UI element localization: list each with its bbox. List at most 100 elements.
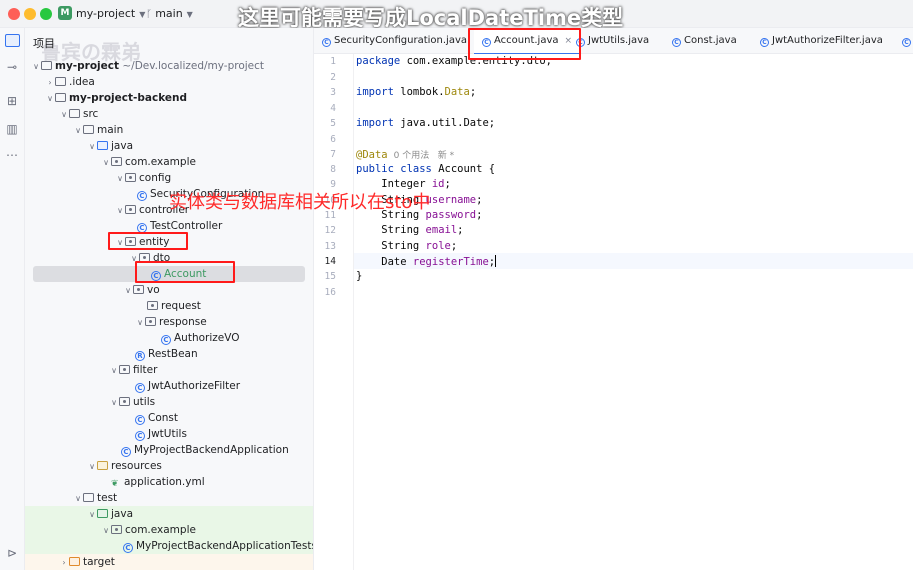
bookmarks-icon[interactable]: ▥ xyxy=(5,122,19,136)
tab-security-configuration[interactable]: C SecurityConfiguration.java xyxy=(322,28,467,54)
code-text: Date xyxy=(356,256,413,268)
code-text: lombok. xyxy=(393,86,445,98)
chevron-down-icon[interactable]: ∨ xyxy=(101,523,111,539)
keyword: public xyxy=(356,163,394,175)
chevron-down-icon[interactable]: ∨ xyxy=(135,315,145,331)
close-window-button[interactable] xyxy=(8,8,20,20)
branch-label: main xyxy=(155,7,183,20)
tree-item-jwt-utils[interactable]: C JwtUtils xyxy=(25,426,313,442)
code-line-7: @Data 0 个用法 新 * xyxy=(356,148,454,161)
tree-item-application-yml[interactable]: ❦ application.yml xyxy=(25,474,313,490)
commit-icon[interactable]: ⊸ xyxy=(5,60,19,74)
record-icon: R xyxy=(135,351,145,361)
folder-icon xyxy=(83,493,94,502)
project-folder-icon[interactable] xyxy=(5,34,20,47)
tab-jwt-authorize-filter[interactable]: C JwtAuthorizeFilter.java xyxy=(760,28,883,54)
tool-window-strip: ⊸ ⊞ ▥ ⋯ ⊳ xyxy=(0,28,25,570)
tree-item-request[interactable]: request xyxy=(25,298,313,314)
tree-item-main[interactable]: ∨ main xyxy=(25,122,313,139)
run-icon[interactable]: ⊳ xyxy=(5,546,19,560)
annotation: @Data xyxy=(356,149,388,161)
tree-item-authorize-vo[interactable]: C AuthorizeVO xyxy=(25,330,313,346)
tree-item-application-tests[interactable]: C MyProjectBackendApplicationTests xyxy=(25,538,314,554)
chevron-down-icon[interactable]: ∨ xyxy=(123,283,133,299)
chevron-down-icon[interactable]: ∨ xyxy=(59,107,69,123)
tree-item-utils[interactable]: ∨ utils xyxy=(25,394,313,411)
class-icon: C xyxy=(672,38,681,47)
usage-hint[interactable]: 0 个用法 新 * xyxy=(394,151,455,161)
tree-item-label: utils xyxy=(133,396,156,408)
tree-item-test-com-example[interactable]: ∨ com.example xyxy=(25,522,313,539)
zoom-window-button[interactable] xyxy=(40,8,52,20)
code-line-15: } xyxy=(356,270,362,282)
branch-switcher[interactable]: ᚴ main ▼ xyxy=(146,7,193,20)
chevron-down-icon[interactable]: ∨ xyxy=(73,491,83,507)
line-number: 12 xyxy=(324,225,336,236)
tree-item-vo[interactable]: ∨ vo xyxy=(25,282,313,299)
code-editor[interactable]: 1 2 3 4 5 6 7 8 9 10 11 12 13 14 15 16 p… xyxy=(314,54,913,570)
tree-item-main-application[interactable]: C MyProjectBackendApplication xyxy=(25,442,313,458)
chevron-down-icon[interactable]: ∨ xyxy=(45,91,55,107)
structure-icon[interactable]: ⊞ xyxy=(5,94,19,108)
tree-item-label: MyProjectBackendApplicationTests xyxy=(136,540,314,552)
chevron-right-icon[interactable]: › xyxy=(45,75,55,91)
chevron-down-icon[interactable]: ∨ xyxy=(73,123,83,139)
chevron-down-icon[interactable]: ∨ xyxy=(87,507,97,523)
line-number: 4 xyxy=(330,103,336,114)
chevron-down-icon[interactable]: ∨ xyxy=(87,139,97,155)
tree-item-resources[interactable]: ∨ resources xyxy=(25,458,313,475)
tree-item-label: java xyxy=(111,508,133,520)
chevron-down-icon[interactable]: ∨ xyxy=(109,363,119,379)
tree-item-path: ~/Dev.localized/my-project xyxy=(122,60,265,72)
tree-item-target[interactable]: › target xyxy=(25,554,313,570)
chevron-down-icon[interactable]: ∨ xyxy=(115,171,125,187)
tab-overflow[interactable]: C xyxy=(902,28,913,54)
tree-item-label: resources xyxy=(111,460,162,472)
line-number: 1 xyxy=(330,56,336,67)
more-icon[interactable]: ⋯ xyxy=(5,148,19,162)
tree-item-my-project[interactable]: ∨ my-project ~/Dev.localized/my-project xyxy=(25,58,313,75)
code-text: ; xyxy=(476,209,483,221)
class-icon: C xyxy=(760,38,769,47)
chevron-down-icon[interactable]: ∨ xyxy=(109,395,119,411)
tree-item-label: com.example xyxy=(125,524,196,536)
project-switcher[interactable]: my-project ▼ xyxy=(76,7,145,20)
tree-item-config[interactable]: ∨ config xyxy=(25,170,313,187)
package-icon xyxy=(119,365,130,374)
line-number: 7 xyxy=(330,149,336,160)
code-line-5: import java.util.Date; xyxy=(356,117,495,129)
tree-item-idea[interactable]: › .idea xyxy=(25,74,313,91)
tree-item-java[interactable]: ∨ java xyxy=(25,138,313,155)
annotation-box-entity xyxy=(108,232,188,250)
keyword: import xyxy=(356,86,394,98)
keyword: class xyxy=(400,163,432,175)
chevron-down-icon[interactable]: ∨ xyxy=(31,59,41,75)
tab-jwt-utils[interactable]: C JwtUtils.java xyxy=(576,28,649,54)
tree-item-label: JwtUtils xyxy=(148,428,187,440)
tree-item-test[interactable]: ∨ test xyxy=(25,490,313,507)
tree-item-const[interactable]: C Const xyxy=(25,410,313,426)
chevron-down-icon[interactable]: ∨ xyxy=(101,155,111,171)
chevron-right-icon[interactable]: › xyxy=(59,555,69,570)
tab-const[interactable]: C Const.java xyxy=(672,28,737,54)
tree-item-com-example[interactable]: ∨ com.example xyxy=(25,154,313,171)
folder-icon xyxy=(83,125,94,134)
chevron-down-icon[interactable]: ∨ xyxy=(115,203,125,219)
module-folder-icon xyxy=(55,93,66,102)
annotation-note: 实体类与数据库相关所以在sto中 xyxy=(169,192,431,213)
tree-item-test-java[interactable]: ∨ java xyxy=(25,506,313,523)
package-icon xyxy=(147,301,158,310)
chevron-down-icon[interactable]: ∨ xyxy=(87,459,97,475)
code-text: ; xyxy=(444,178,451,190)
tree-item-src[interactable]: ∨ src xyxy=(25,106,313,123)
tree-item-jwt-authorize-filter[interactable]: C JwtAuthorizeFilter xyxy=(25,378,313,394)
tree-item-backend[interactable]: ∨ my-project-backend xyxy=(25,90,313,107)
code-line-8: public class Account { xyxy=(356,163,495,175)
tree-item-rest-bean[interactable]: R RestBean xyxy=(25,346,313,362)
tree-item-response[interactable]: ∨ response xyxy=(25,314,313,331)
code-text: ; xyxy=(450,240,458,252)
tree-item-filter[interactable]: ∨ filter xyxy=(25,362,313,379)
minimize-window-button[interactable] xyxy=(24,8,36,20)
code-text: String xyxy=(356,240,426,252)
tree-item-label: test xyxy=(97,492,118,504)
